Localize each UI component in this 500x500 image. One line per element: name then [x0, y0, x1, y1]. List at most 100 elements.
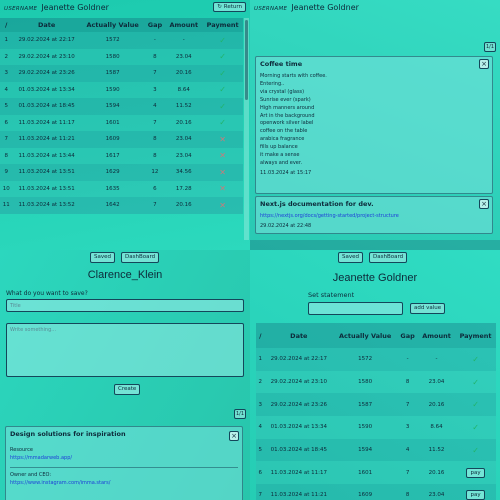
- user-line: USERNAME Jeanette Goldner: [4, 3, 109, 12]
- table-cell: 29.02.2024 at 22:17: [12, 32, 81, 49]
- column-header: Actually Value: [80, 18, 145, 32]
- statement-input[interactable]: [308, 302, 403, 315]
- table-cell: 3: [397, 416, 418, 439]
- return-button[interactable]: ↻ Return: [213, 2, 246, 12]
- table-cell: 8: [144, 147, 166, 164]
- table-cell: 6: [256, 461, 265, 485]
- table-cell: 6: [0, 114, 13, 131]
- table-cell: 23.04: [418, 370, 456, 394]
- table-cell: 11.03.2024 at 13:52: [12, 197, 81, 214]
- table-cell: 1580: [333, 370, 398, 394]
- note-line: arabica fragrance: [260, 136, 305, 143]
- table-cell: pay: [455, 461, 496, 485]
- pay-button[interactable]: pay: [466, 467, 485, 478]
- dashboard-bottom-right: Saved DashBoard Jeanette Goldner Set sta…: [250, 250, 500, 500]
- saved-button[interactable]: Saved: [90, 252, 115, 263]
- table-cell: -: [144, 32, 166, 49]
- table-cell: 7: [256, 484, 265, 500]
- table-row: 3 29.02.2024 at 23:26 1587 7 20.16 ✓: [256, 393, 496, 417]
- cross-icon: ✕: [219, 167, 226, 177]
- owner-label: Owner and CEO:: [10, 471, 52, 478]
- table-cell: ✓: [455, 438, 496, 462]
- table-cell: 17.28: [165, 180, 203, 197]
- resource-link[interactable]: https://mmadarweb.app/: [10, 455, 72, 461]
- note-title: Coffee time: [260, 60, 303, 68]
- top-buttons: Saved DashBoard: [338, 252, 408, 263]
- add-value-button[interactable]: add value: [410, 303, 446, 314]
- table-row: 2 29.02.2024 at 23:10 1580 8 23.04 ✓: [0, 48, 243, 65]
- table-cell: 7: [397, 393, 418, 417]
- scrollbar-thumb[interactable]: [245, 20, 248, 100]
- note-line: via crystal (glass): [260, 88, 305, 95]
- column-header: Amount: [418, 323, 456, 348]
- cross-icon: ✕: [219, 184, 226, 194]
- table-cell: ✕: [202, 147, 243, 164]
- save-prompt: What do you want to save?: [6, 290, 88, 297]
- table-cell: 23.04: [165, 131, 203, 148]
- table-cell: 7: [144, 114, 166, 131]
- column-header: /: [0, 18, 13, 32]
- note-line: it make a sense: [260, 152, 300, 159]
- table-cell: 20.16: [418, 461, 456, 485]
- note-line: always and ever.: [260, 159, 303, 166]
- dashboard-button[interactable]: DashBoard: [121, 252, 160, 263]
- saved-button[interactable]: Saved: [338, 252, 363, 263]
- table-cell: 1: [256, 348, 265, 371]
- column-header: /: [256, 323, 265, 348]
- table-cell: 8.64: [165, 81, 203, 98]
- note-line: Morning starts with coffee.: [260, 73, 327, 79]
- table-row: 11 11.03.2024 at 13:52 1642 7 20.16 ✕: [0, 197, 243, 214]
- table-cell: 8.64: [418, 416, 456, 439]
- table-cell: 8: [144, 48, 166, 65]
- table-cell: 1609: [80, 131, 145, 148]
- table-cell: 12: [144, 164, 166, 181]
- create-button[interactable]: Create: [114, 384, 141, 395]
- dashboard-button[interactable]: DashBoard: [369, 252, 408, 263]
- horizontal-scrollbar[interactable]: [250, 240, 500, 250]
- ratio-button[interactable]: 1/1: [484, 42, 496, 52]
- username: Jeanette Goldner: [41, 3, 109, 12]
- table-cell: 1590: [80, 81, 145, 98]
- owner-link[interactable]: https://www.instagram.com/imma.stars/: [10, 480, 110, 486]
- table-cell: 11.03.2024 at 11:17: [264, 461, 334, 485]
- table-cell: pay: [455, 484, 496, 500]
- title-input[interactable]: Title: [6, 299, 244, 312]
- note-line: Sunrise ever (spark): [260, 96, 311, 103]
- table-row: 6 11.03.2024 at 11:17 1601 7 20.16 ✓: [0, 114, 243, 131]
- statement-table: / Date Actually Value Gap Amount Payment 1 29.…: [256, 323, 496, 500]
- table-cell: ✓: [455, 370, 496, 394]
- note-textarea[interactable]: Write something...: [6, 323, 244, 377]
- pay-button[interactable]: pay: [466, 490, 485, 500]
- check-icon: ✓: [472, 445, 479, 455]
- ratio-button[interactable]: 1/1: [234, 409, 246, 419]
- top-buttons: Saved DashBoard: [90, 252, 160, 263]
- table-cell: 3: [144, 81, 166, 98]
- table-cell: 4: [256, 416, 265, 439]
- note-link[interactable]: https://nextjs.org/docs/getting-started/…: [260, 213, 399, 219]
- table-cell: 7: [144, 197, 166, 214]
- table-cell: 1: [0, 32, 13, 49]
- close-icon[interactable]: ×: [479, 59, 489, 69]
- set-statement-label: Set statement: [308, 291, 355, 299]
- table-cell: 7: [144, 65, 166, 82]
- close-icon[interactable]: ×: [479, 199, 489, 209]
- table-cell: 29.02.2024 at 23:10: [264, 370, 334, 394]
- table-row: 7 11.03.2024 at 11:21 1609 8 23.04 ✕: [0, 131, 243, 148]
- divider: [10, 466, 238, 468]
- table-cell: ✕: [202, 164, 243, 181]
- note-date: 29.02.2024 at 22:48: [260, 222, 312, 229]
- table-cell: 1601: [80, 114, 145, 131]
- table-row: 4 01.03.2024 at 13:34 1590 3 8.64 ✓: [256, 416, 496, 439]
- table-cell: 1594: [80, 98, 145, 115]
- table-cell: 20.16: [165, 65, 203, 82]
- note-card: Coffee time × Morning starts with coffee…: [255, 56, 493, 194]
- note-line: coffee on the table: [260, 128, 308, 135]
- table-scrollbar[interactable]: [244, 18, 249, 240]
- table-row: 10 11.03.2024 at 13:51 1635 6 17.28 ✕: [0, 180, 243, 197]
- close-icon[interactable]: ×: [229, 431, 239, 441]
- table-cell: 1594: [333, 438, 398, 462]
- table-cell: 11: [0, 197, 13, 214]
- check-icon: ✓: [219, 52, 226, 62]
- table-cell: 8: [397, 484, 418, 500]
- table-cell: ✓: [202, 114, 243, 131]
